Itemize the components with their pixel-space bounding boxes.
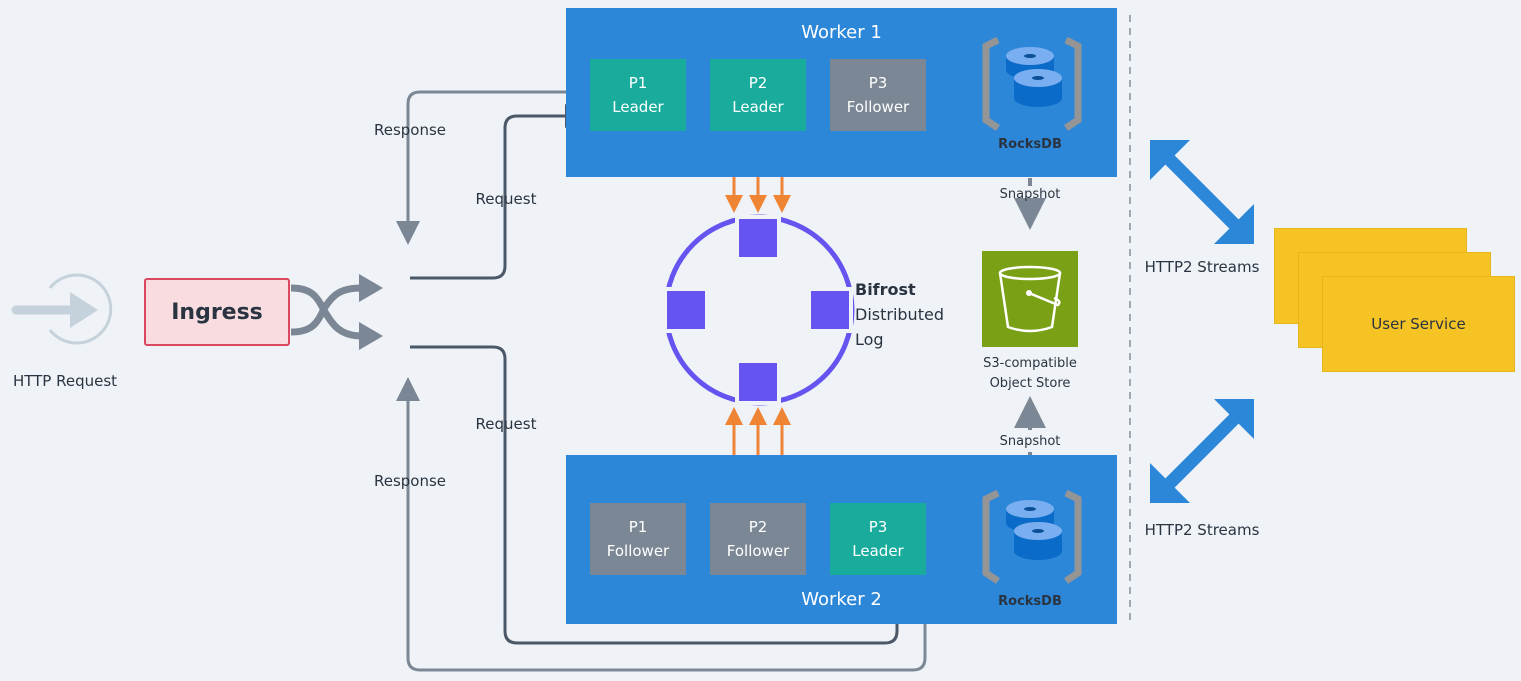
ingress-box[interactable]: Ingress [144,278,290,346]
response-top-line [396,90,582,245]
response-label: Response [373,472,447,490]
bifrost-name: Bifrost [855,280,916,299]
bifrost-line2: Distributed [855,305,944,324]
object-store-label: S3-compatible Object Store [983,354,1077,394]
http2-stream-icon [1150,399,1254,503]
request-label: Request [475,190,537,208]
user-service[interactable]: User Service [1322,276,1515,372]
http-request-icon [11,273,113,345]
user-service-label: User Service [1371,315,1466,333]
request-label: Request [475,415,537,433]
worker-2: Worker 2 P1 Follower P2 Follower P3 Leader … [566,455,1117,624]
http-request-label: HTTP Request [12,372,118,390]
snapshot-label: Snapshot [999,187,1061,202]
snapshot-label: Snapshot [999,434,1061,449]
bifrost-line3: Log [855,330,884,349]
log-segment [735,215,781,261]
object-store-line2: Object Store [989,376,1071,391]
shuffle-icon [290,274,383,350]
architecture-diagram: HTTP Request Ingress Response Request Re… [0,0,1521,681]
http2-streams-label: HTTP2 Streams [1144,258,1260,276]
http2-stream-icon [1150,140,1254,244]
worker-1: Worker 1 P1 Leader P2 Leader P3 Follower Ro… [566,8,1117,177]
http2-streams-label: HTTP2 Streams [1144,521,1260,539]
response-label: Response [373,121,447,139]
object-store-line1: S3-compatible [983,356,1077,371]
log-segment [807,287,853,333]
rocksdb-label: RocksDB [998,137,1062,152]
s3-bucket-icon [982,251,1078,347]
log-segment [663,287,709,333]
bifrost-label: Bifrost Distributed Log [855,277,944,352]
rocksdb-label: RocksDB [998,594,1062,609]
log-segment [735,359,781,405]
